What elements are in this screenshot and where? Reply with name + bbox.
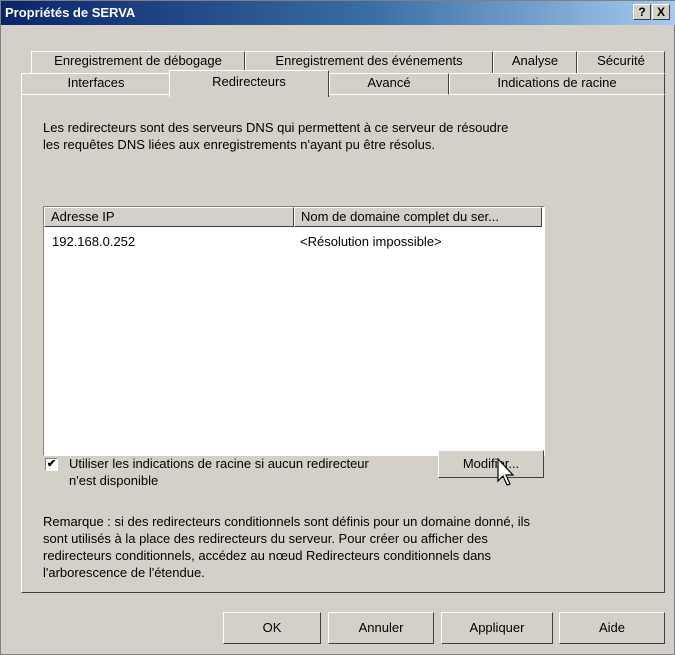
tab-forwarders[interactable]: Redirecteurs — [169, 70, 329, 97]
help-title-button[interactable]: ? — [633, 4, 651, 20]
apply-button[interactable]: Appliquer — [441, 612, 553, 644]
use-root-hints-checkbox[interactable]: ✔ — [45, 458, 58, 471]
ok-button[interactable]: OK — [223, 612, 321, 644]
row-ip: 192.168.0.252 — [52, 234, 136, 249]
column-ip-address[interactable]: Adresse IP — [44, 207, 294, 227]
tab-interfaces[interactable]: Interfaces — [21, 73, 171, 95]
help-button[interactable]: Aide — [559, 612, 665, 644]
row-fqdn: <Résolution impossible> — [300, 234, 442, 249]
tab-root-hints[interactable]: Indications de racine — [449, 73, 665, 95]
checkbox-label-line2: n'est disponible — [69, 473, 159, 488]
modify-button[interactable]: Modifier... — [438, 450, 544, 478]
cancel-button[interactable]: Annuler — [328, 612, 434, 644]
checkmark-icon: ✔ — [46, 458, 57, 470]
title-bar[interactable]: Propriétés de SERVA ? X — [1, 1, 675, 25]
use-root-hints-label: Utiliser les indications de racine si au… — [69, 455, 369, 489]
close-button[interactable]: X — [652, 4, 670, 20]
tab-advanced[interactable]: Avancé — [329, 73, 449, 95]
tab-monitoring[interactable]: Analyse — [493, 51, 577, 73]
column-fqdn[interactable]: Nom de domaine complet du ser... — [294, 207, 542, 227]
checkbox-label-line1: Utiliser les indications de racine si au… — [69, 456, 369, 471]
note-text: Remarque : si des redirecteurs condition… — [43, 514, 531, 580]
description-text: Les redirecteurs sont des serveurs DNS q… — [43, 120, 509, 152]
mouse-cursor-icon — [497, 458, 515, 486]
forwarders-list[interactable]: Adresse IP Nom de domaine complet du ser… — [43, 206, 545, 456]
window-title: Propriétés de SERVA — [5, 5, 136, 20]
properties-dialog: Propriétés de SERVA ? X Enregistrement d… — [0, 0, 675, 655]
tab-security[interactable]: Sécurité — [577, 51, 665, 73]
